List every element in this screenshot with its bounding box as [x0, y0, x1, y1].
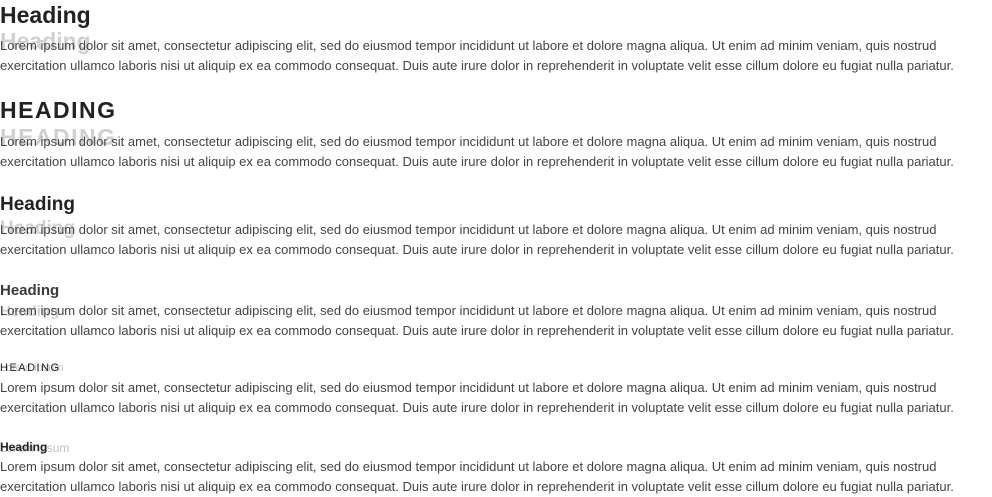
heading-4: Heading: [0, 282, 60, 299]
paragraph-4: Lorem ipsum dolor sit amet, consectetur …: [0, 303, 954, 338]
heading-2: HEADING: [0, 97, 117, 123]
heading-1: Heading: [0, 2, 91, 28]
paragraph-6: Lorem ipsum dolor sit amet, consectetur …: [0, 459, 954, 494]
paragraph-3: Lorem ipsum dolor sit amet, consectetur …: [0, 222, 954, 257]
heading-6: Heading: [0, 440, 48, 454]
paragraph-1: Lorem ipsum dolor sit amet, consectetur …: [0, 38, 954, 73]
paragraph-2: Lorem ipsum dolor sit amet, consectetur …: [0, 134, 954, 169]
paragraph-5: Lorem ipsum dolor sit amet, consectetur …: [0, 380, 954, 415]
heading-5: HEADING: [0, 362, 61, 374]
heading-3: Heading: [0, 194, 75, 215]
